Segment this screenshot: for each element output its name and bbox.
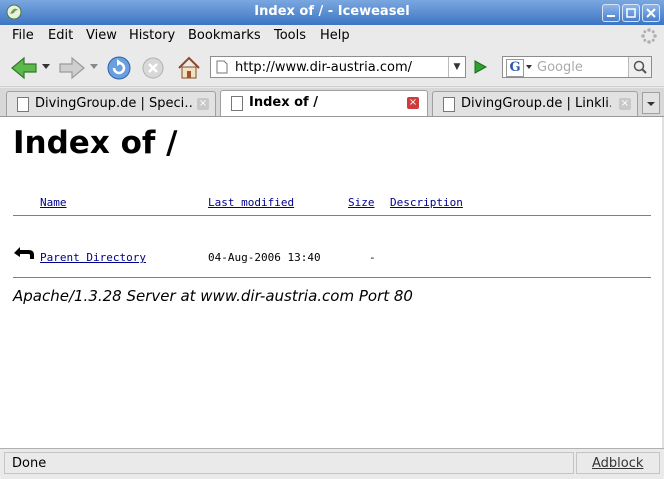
tab-bar: DivingGroup.de | Speci… × Index of / × D…	[0, 88, 664, 117]
sort-by-modified-link[interactable]: Last modified	[208, 196, 294, 209]
sort-by-description-link[interactable]: Description	[390, 196, 463, 209]
menu-bookmarks[interactable]: Bookmarks	[188, 28, 261, 43]
url-dropdown-icon[interactable]: ▼	[448, 57, 465, 77]
search-placeholder: Google	[537, 60, 583, 75]
column-header-modified[interactable]: Last modified	[208, 196, 294, 209]
tab-label: DivingGroup.de | Speci…	[35, 96, 193, 111]
menu-view[interactable]: View	[86, 28, 117, 43]
sort-by-name-link[interactable]: Name	[40, 196, 67, 209]
menu-bar: File Edit View History Bookmarks Tools H…	[0, 25, 664, 47]
throbber-icon	[641, 28, 657, 44]
page-icon	[216, 60, 228, 74]
navigation-toolbar: http://www.dir-austria.com/ ▼ G Google	[0, 48, 664, 87]
window-title: Index of / - Iceweasel	[254, 4, 410, 19]
tab-divinggroup-linkli[interactable]: DivingGroup.de | Linkli… ×	[432, 91, 638, 116]
server-signature: Apache/1.3.28 Server at www.dir-austria.…	[13, 287, 413, 305]
magnifier-icon	[633, 60, 647, 74]
maximize-icon	[626, 8, 636, 18]
minimize-icon	[607, 15, 615, 17]
engine-dropdown-icon[interactable]	[526, 65, 532, 69]
back-folder-icon[interactable]	[13, 243, 35, 261]
minimize-button[interactable]	[602, 4, 620, 22]
page-icon	[231, 96, 243, 111]
page-icon	[443, 97, 455, 112]
go-button[interactable]	[472, 59, 488, 75]
close-tab-icon[interactable]: ×	[619, 98, 631, 110]
menu-tools[interactable]: Tools	[274, 28, 306, 43]
column-header-name[interactable]: Name	[40, 196, 67, 209]
tab-label: Index of /	[249, 95, 318, 110]
stop-button[interactable]	[141, 56, 165, 80]
google-engine-icon[interactable]: G	[506, 59, 524, 77]
page-icon	[17, 97, 29, 112]
menu-help[interactable]: Help	[320, 28, 350, 43]
close-icon	[646, 8, 656, 18]
column-header-size[interactable]: Size	[348, 196, 375, 209]
divider	[13, 277, 651, 278]
chevron-down-icon	[647, 102, 655, 106]
sort-by-size-link[interactable]: Size	[348, 196, 375, 209]
close-window-button[interactable]	[642, 4, 660, 22]
page-content: Index of / Name Last modified Size Descr…	[0, 117, 664, 448]
home-button[interactable]	[176, 55, 202, 81]
status-bar: Done Adblock	[0, 448, 664, 479]
forward-button[interactable]	[58, 56, 86, 80]
status-panel: Done	[4, 452, 574, 474]
column-header-description[interactable]: Description	[390, 196, 463, 209]
tab-divinggroup-speci[interactable]: DivingGroup.de | Speci… ×	[6, 91, 216, 116]
menu-history[interactable]: History	[129, 28, 175, 43]
adblock-label[interactable]: Adblock	[592, 456, 643, 471]
adblock-panel[interactable]: Adblock	[576, 452, 660, 474]
tab-label: DivingGroup.de | Linkli…	[461, 96, 611, 111]
close-tab-icon[interactable]: ×	[407, 97, 419, 109]
menu-file[interactable]: File	[12, 28, 34, 43]
title-bar: Index of / - Iceweasel	[0, 0, 664, 26]
url-text[interactable]: http://www.dir-austria.com/	[235, 60, 412, 75]
status-text: Done	[12, 456, 47, 471]
reload-button[interactable]	[106, 55, 132, 81]
back-button[interactable]	[10, 56, 38, 80]
divider	[13, 215, 651, 216]
modified-cell: 04-Aug-2006 13:40	[208, 251, 321, 264]
close-tab-icon[interactable]: ×	[197, 98, 209, 110]
search-button[interactable]	[628, 57, 651, 77]
all-tabs-button[interactable]	[642, 92, 660, 114]
back-history-dropdown-icon[interactable]	[42, 64, 50, 70]
parent-directory-link[interactable]: Parent Directory	[40, 251, 146, 264]
size-cell: -	[369, 251, 376, 264]
tab-index-of[interactable]: Index of / ×	[220, 90, 428, 116]
menu-edit[interactable]: Edit	[48, 28, 73, 43]
maximize-button[interactable]	[622, 4, 640, 22]
forward-history-dropdown-icon[interactable]	[90, 64, 98, 70]
search-bar[interactable]: G Google	[502, 56, 652, 78]
url-bar[interactable]: http://www.dir-austria.com/ ▼	[210, 56, 466, 78]
page-title: Index of /	[13, 125, 178, 161]
parent-directory-cell[interactable]: Parent Directory	[40, 251, 146, 264]
